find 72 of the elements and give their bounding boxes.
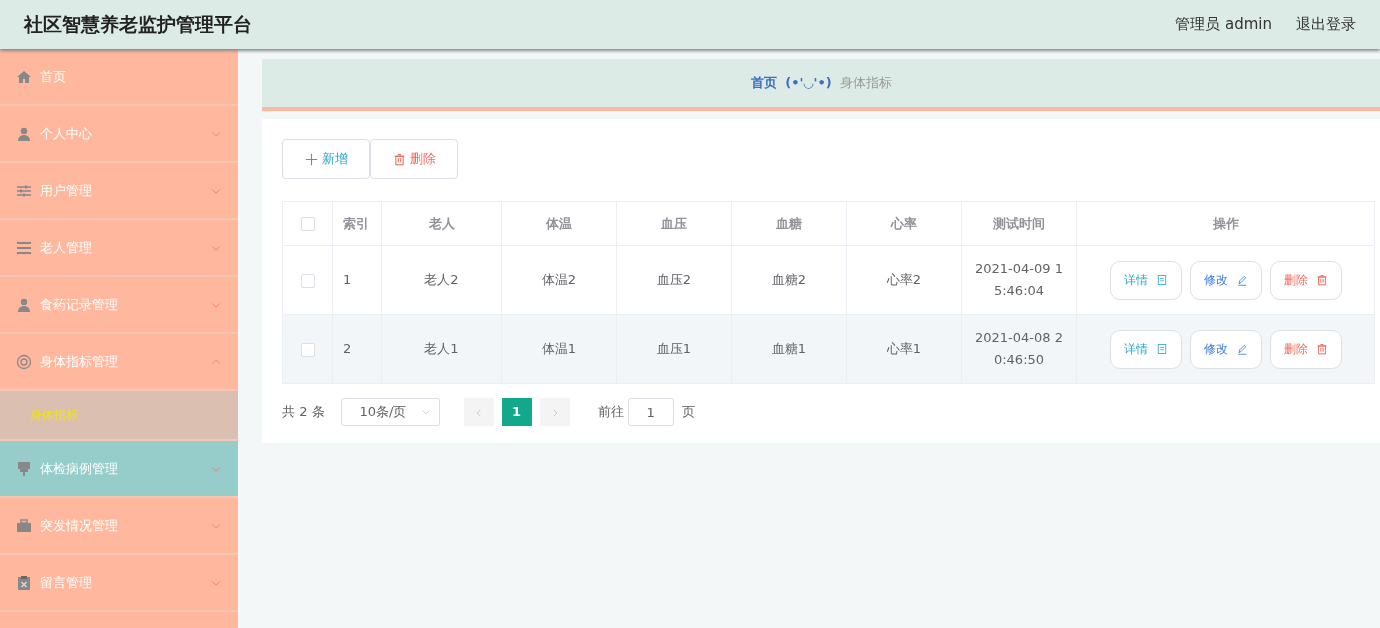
sidebar-item[interactable]: 老人管理: [0, 220, 238, 277]
user-icon: [16, 125, 32, 142]
lifebuoy-icon: [16, 353, 32, 370]
table-cell: 老人2: [381, 245, 502, 315]
next-page-button[interactable]: [539, 398, 570, 426]
delete-button[interactable]: 删除: [370, 139, 458, 179]
sidebar-item[interactable]: 个人中心: [0, 106, 238, 163]
trash-icon: [1315, 343, 1328, 355]
column-header: 测试时间: [961, 201, 1077, 246]
goto-label: 前往: [597, 403, 624, 422]
select-all-checkbox[interactable]: [300, 217, 315, 232]
table-cell: 血压1: [616, 314, 732, 384]
document-icon: [1155, 274, 1168, 286]
breadcrumb-current: 身体指标: [839, 74, 892, 93]
home-icon: [16, 68, 32, 85]
table-cell: 心率2: [846, 245, 962, 315]
column-header: 索引: [332, 201, 382, 246]
edit-button[interactable]: 修改: [1189, 260, 1262, 300]
stamp-icon: [16, 460, 32, 477]
table-cell: 2021-04-08 20:46:50: [961, 314, 1077, 384]
table-cell: 体温2: [501, 245, 617, 315]
page-size-select[interactable]: 10条/页: [340, 398, 440, 426]
table-cell: 心率1: [846, 314, 962, 384]
sidebar-item[interactable]: 食药记录管理: [0, 277, 238, 334]
page-input[interactable]: 1: [627, 398, 674, 426]
column-header: 血压: [616, 201, 732, 246]
delete-button[interactable]: 删除: [1269, 260, 1342, 300]
sidebar-item[interactable]: 体检病例管理: [0, 441, 238, 498]
page-suffix: 页: [681, 403, 695, 422]
column-header: 体温: [501, 201, 617, 246]
app-title: 社区智慧养老监护管理平台: [24, 12, 252, 38]
table-cell: 血糖2: [731, 245, 847, 315]
table-cell: 血压2: [616, 245, 732, 315]
sidebar-item[interactable]: 突发情况管理: [0, 498, 238, 555]
add-button[interactable]: 新增: [282, 139, 370, 179]
breadcrumb-separator: (•'◡'•): [785, 74, 832, 93]
delete-button[interactable]: 删除: [1269, 329, 1342, 369]
table-cell: 血糖1: [731, 314, 847, 384]
plus-icon: [304, 152, 318, 166]
sidebar-item[interactable]: 留言管理: [0, 555, 238, 612]
pencil-icon: [1235, 274, 1248, 286]
column-header: 心率: [846, 201, 962, 246]
clipboard-icon: [16, 574, 32, 591]
table-cell: 老人1: [381, 314, 502, 384]
table-cell: 2: [332, 314, 382, 384]
details-button[interactable]: 详情: [1109, 329, 1182, 369]
prev-page-button[interactable]: [463, 398, 494, 426]
trash-icon: [392, 152, 406, 166]
sidebar-item[interactable]: 用户管理: [0, 163, 238, 220]
trash-icon: [1315, 274, 1328, 286]
column-header: 老人: [381, 201, 502, 246]
edit-button[interactable]: 修改: [1189, 329, 1262, 369]
column-header: 血糖: [731, 201, 847, 246]
user-label: 管理员 admin: [1175, 14, 1272, 36]
user-icon: [16, 296, 32, 313]
row-checkbox[interactable]: [300, 342, 315, 357]
briefcase-icon: [16, 517, 32, 534]
logout-link[interactable]: 退出登录: [1296, 13, 1356, 36]
page-button[interactable]: 1: [501, 398, 532, 426]
sidebar-item[interactable]: 首页: [0, 49, 238, 106]
details-button[interactable]: 详情: [1109, 260, 1182, 300]
table-cell: 体温1: [501, 314, 617, 384]
breadcrumb-link[interactable]: 首页: [751, 73, 778, 93]
column-header: 操作: [1076, 201, 1375, 246]
table-cell: 1: [332, 245, 382, 315]
row-checkbox[interactable]: [300, 273, 315, 288]
total-count: 共 2 条: [282, 403, 325, 422]
document-icon: [1155, 343, 1168, 355]
list-icon: [16, 239, 32, 256]
table-cell: 2021-04-09 15:46:04: [961, 245, 1077, 315]
chevron-down-icon: [420, 407, 431, 417]
pencil-icon: [1235, 343, 1248, 355]
